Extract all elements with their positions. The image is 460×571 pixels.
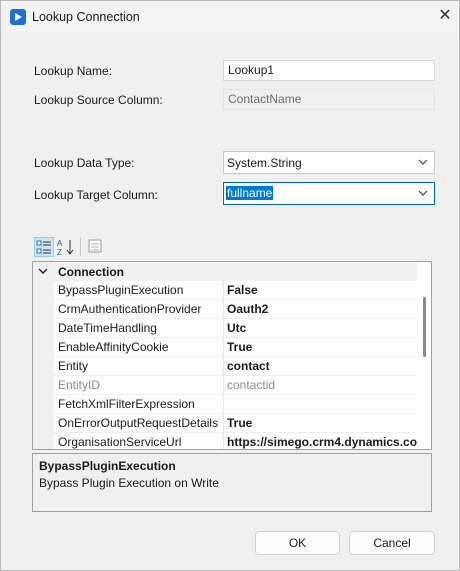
vertical-scrollbar[interactable] [417,262,431,449]
property-name: CrmAuthenticationProvider [58,302,202,316]
property-row[interactable]: Entity contact [54,357,417,376]
collapse-chevron-icon[interactable] [37,265,49,277]
categorized-view-icon [36,240,51,254]
grid-gutter [33,281,54,449]
category-label: Connection [58,265,124,279]
property-value[interactable]: Utc [227,321,246,335]
cancel-button[interactable]: Cancel [349,531,435,555]
categorized-view-button[interactable] [34,237,54,257]
toolbar-separator [80,238,81,256]
property-value[interactable]: Oauth2 [227,302,268,316]
help-title: BypassPluginExecution [39,459,176,473]
property-name: BypassPluginExecution [58,283,184,297]
data-type-value: System.String [227,156,302,170]
chevron-down-icon [418,159,428,165]
property-value: contactid [227,378,276,392]
lookup-source-input[interactable]: ContactName [223,89,435,110]
property-name: Entity [58,359,89,373]
lookup-name-label: Lookup Name: [34,64,113,78]
property-name: EnableAffinityCookie [58,340,169,354]
property-value[interactable]: https://simego.crm4.dynamics.com [227,435,428,449]
property-value[interactable]: True [227,340,252,354]
property-row[interactable]: FetchXmlFilterExpression [54,395,417,414]
scrollbar-thumb[interactable] [423,297,426,357]
category-header[interactable]: Connection [33,262,417,281]
lookup-name-input[interactable]: Lookup1 [223,60,435,81]
property-row[interactable]: DateTimeHandling Utc [54,319,417,338]
app-logo-icon [10,9,26,25]
property-name: EntityID [58,378,101,392]
data-type-select[interactable]: System.String [223,151,435,174]
svg-text:A: A [57,239,63,248]
property-value[interactable]: contact [227,359,270,373]
alphabetical-sort-button[interactable]: A Z [56,237,76,257]
property-value[interactable]: True [227,416,252,430]
lookup-source-label: Lookup Source Column: [34,93,163,107]
help-description: Bypass Plugin Execution on Write [39,476,219,490]
property-row[interactable]: BypassPluginExecution False [54,281,417,300]
property-row[interactable]: OrganisationServiceUrl https://simego.cr… [54,433,428,449]
property-row[interactable]: CrmAuthenticationProvider Oauth2 [54,300,417,319]
property-pages-button[interactable] [86,237,106,257]
target-column-label: Lookup Target Column: [34,188,158,202]
target-column-select[interactable]: fullname [223,182,435,205]
property-pages-icon [88,239,102,253]
property-name: OrganisationServiceUrl [58,435,182,449]
property-value[interactable]: False [227,283,258,297]
help-pane: BypassPluginExecution Bypass Plugin Exec… [32,453,432,512]
chevron-down-icon [418,190,428,196]
property-row[interactable]: EnableAffinityCookie True [54,338,417,357]
svg-text:Z: Z [57,248,62,257]
target-column-value: fullname [226,186,274,200]
alphabetical-sort-icon: A Z [57,239,74,257]
property-row[interactable]: EntityID contactid [54,376,417,395]
data-type-label: Lookup Data Type: [34,156,135,170]
property-grid[interactable]: Connection BypassPluginExecution False C… [32,261,432,450]
close-icon[interactable]: ✕ [436,7,454,25]
dialog-window: Lookup Connection ✕ Lookup Name: Lookup1… [0,0,460,571]
title-bar: Lookup Connection ✕ [1,1,459,33]
property-name: DateTimeHandling [58,321,157,335]
property-row[interactable]: OnErrorOutputRequestDetails True [54,414,417,433]
ok-button[interactable]: OK [255,531,340,555]
property-name: FetchXmlFilterExpression [58,397,195,411]
window-title: Lookup Connection [32,10,140,24]
property-name: OnErrorOutputRequestDetails [58,416,219,430]
